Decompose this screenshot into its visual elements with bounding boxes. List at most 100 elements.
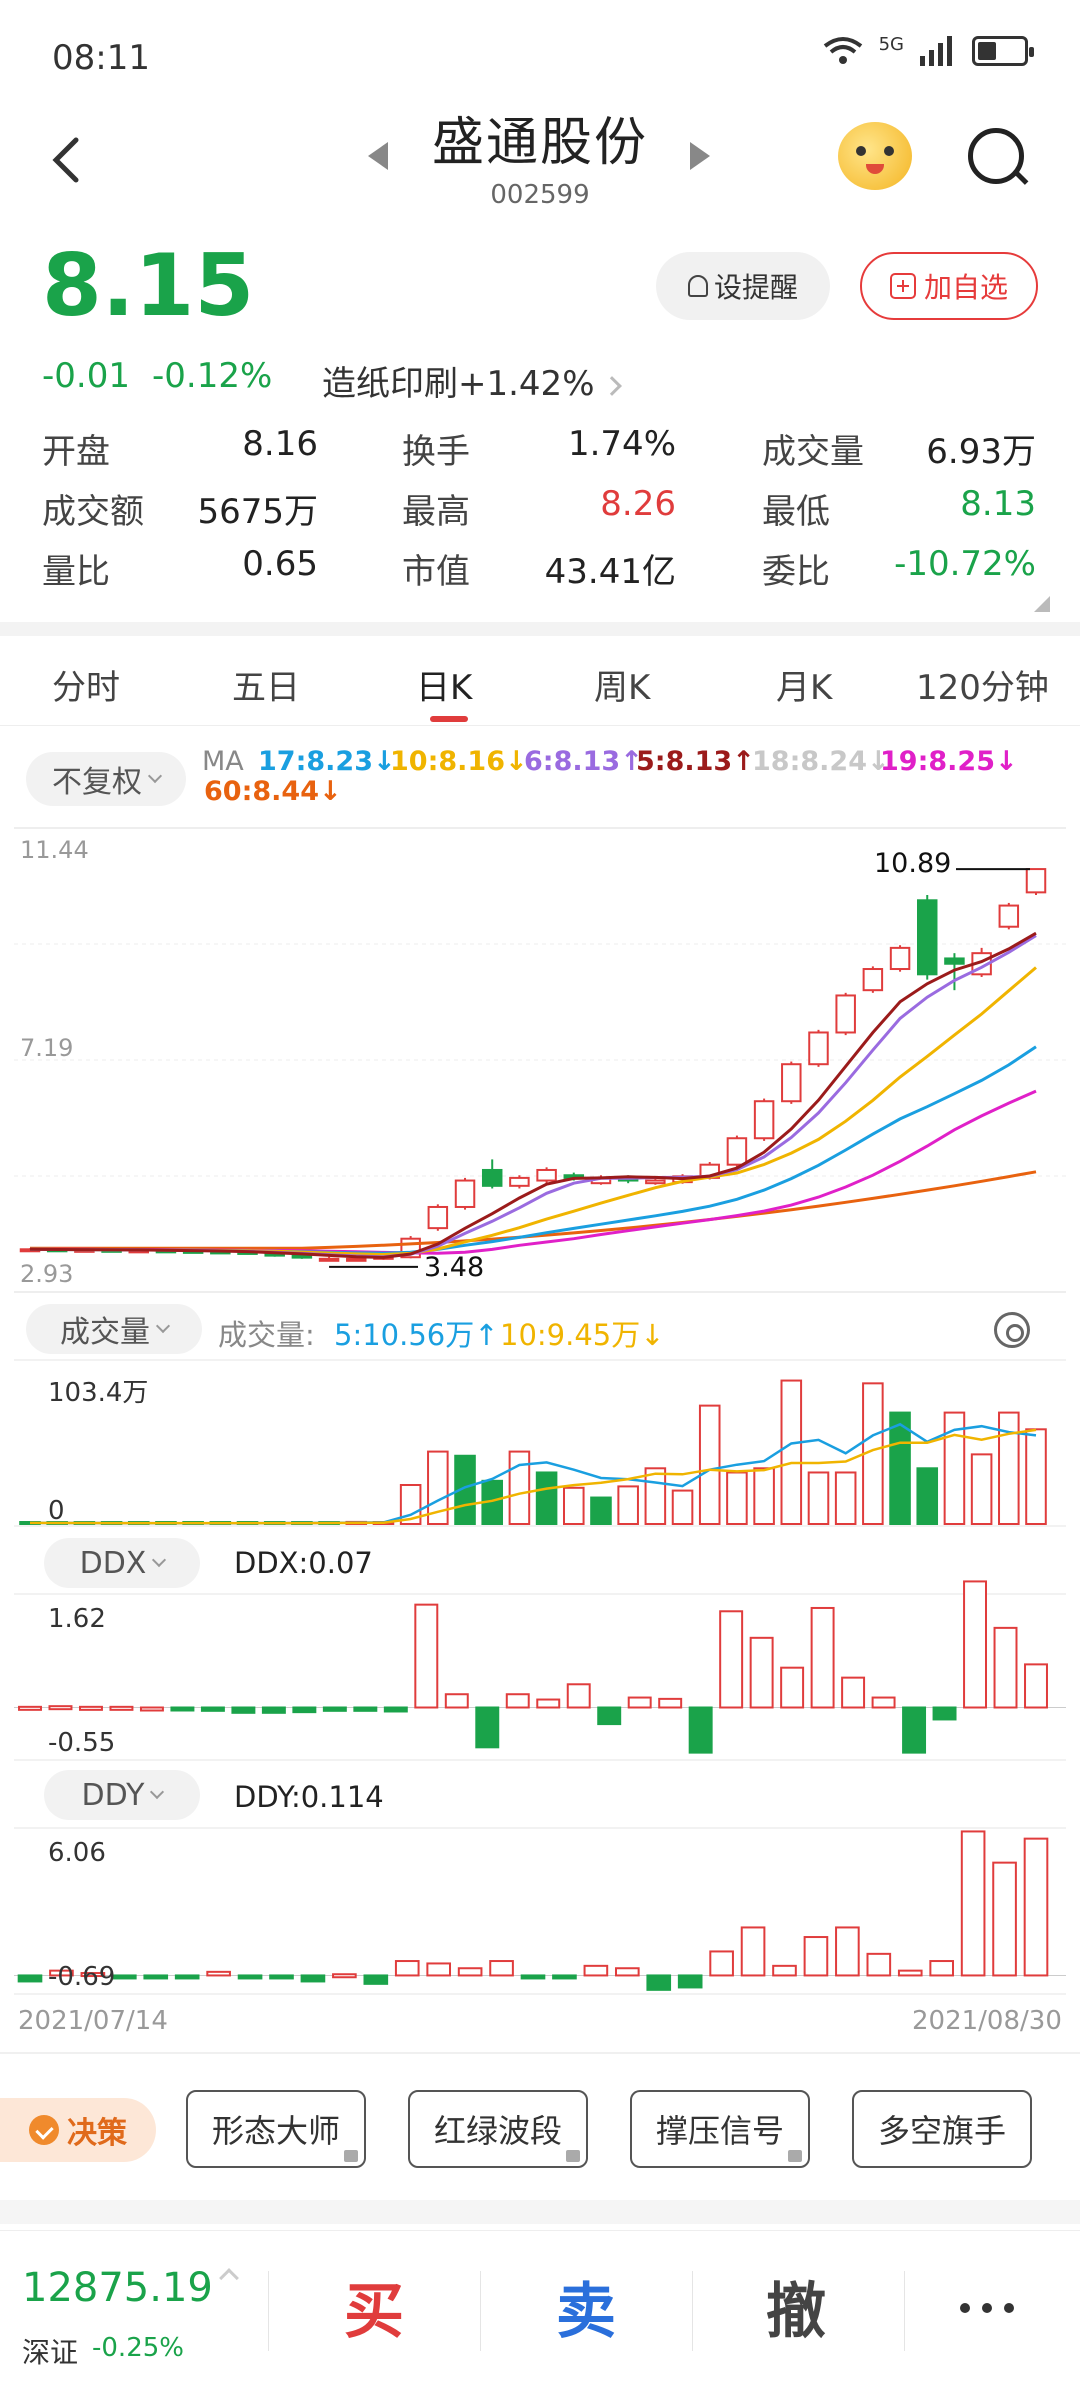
volume-indicator-label: 成交量 bbox=[60, 1315, 150, 1350]
ddy-bar bbox=[300, 1974, 326, 1983]
ddy-bar bbox=[269, 1974, 294, 1980]
ddx-bar bbox=[780, 1666, 805, 1709]
settings-icon[interactable] bbox=[994, 1312, 1030, 1348]
ddy-bar bbox=[111, 1974, 137, 1980]
volume-bar bbox=[753, 1467, 775, 1525]
candle-body bbox=[916, 899, 938, 976]
lock-icon bbox=[566, 2150, 580, 2162]
high-price-marker: 10.89 bbox=[874, 848, 952, 879]
kline-y-mid: 7.19 bbox=[20, 1034, 74, 1062]
volume-bar bbox=[617, 1485, 639, 1525]
candle-body bbox=[862, 968, 884, 992]
ddy-bar bbox=[17, 1974, 43, 1983]
ddy-bar bbox=[583, 1964, 609, 1977]
volume-bar bbox=[807, 1471, 830, 1525]
ddx-indicator-label: DDX bbox=[79, 1545, 147, 1581]
ma5-line bbox=[29, 931, 1037, 1259]
ddy-bar bbox=[835, 1926, 860, 1977]
ddy-bar bbox=[426, 1962, 452, 1977]
candle-body bbox=[427, 1205, 449, 1230]
volume-bar bbox=[1025, 1428, 1047, 1525]
ddx-indicator-select[interactable]: DDX bbox=[44, 1538, 200, 1588]
decision-button[interactable]: 决策 bbox=[0, 2098, 156, 2162]
ddy-indicator-select[interactable]: DDY bbox=[44, 1770, 200, 1820]
ddy-bar bbox=[206, 1970, 231, 1977]
volume-bar bbox=[698, 1404, 721, 1525]
ddx-bar bbox=[383, 1706, 408, 1713]
ddx-bar bbox=[688, 1706, 713, 1754]
trade-bar: 12875.19 深证 -0.25% 买 卖 撤 bbox=[0, 2230, 1080, 2388]
ddy-y-top: 6.06 bbox=[48, 1838, 106, 1868]
ddy-bar bbox=[740, 1926, 766, 1977]
ddx-bar bbox=[231, 1706, 256, 1714]
ddy-bar bbox=[143, 1974, 169, 1980]
divider bbox=[0, 2052, 1080, 2054]
ddx-bar bbox=[841, 1676, 866, 1709]
candle-body bbox=[1025, 868, 1047, 894]
ddx-bar bbox=[200, 1706, 225, 1712]
ddx-bar bbox=[993, 1626, 1018, 1709]
ddx-bar bbox=[810, 1606, 835, 1709]
kline-y-top: 11.44 bbox=[20, 836, 89, 864]
date-start: 2021/07/14 bbox=[18, 2006, 168, 2036]
ddx-bar bbox=[932, 1706, 957, 1721]
index-value: 12875.19 bbox=[22, 2265, 213, 2311]
volume-bar bbox=[834, 1471, 857, 1525]
volume-indicator-select[interactable]: 成交量 bbox=[26, 1304, 202, 1354]
ddx-bar bbox=[353, 1706, 378, 1712]
ddx-bar bbox=[109, 1705, 134, 1711]
ddy-bar bbox=[646, 1974, 672, 1991]
ddx-bar bbox=[170, 1706, 195, 1712]
chevron-down-icon bbox=[152, 1552, 167, 1568]
candle-body bbox=[998, 904, 1020, 928]
ddx-bar bbox=[566, 1683, 591, 1709]
volume-title: 成交量: bbox=[218, 1318, 315, 1352]
ma6-line bbox=[29, 934, 1037, 1259]
ddy-bar bbox=[520, 1974, 546, 1980]
tool-pattern-master[interactable]: 形态大师 bbox=[186, 2090, 366, 2168]
expand-up-icon[interactable] bbox=[219, 2268, 239, 2288]
ddx-bar bbox=[292, 1706, 317, 1714]
buy-button[interactable]: 买 bbox=[344, 2263, 404, 2350]
ddx-bar bbox=[658, 1697, 683, 1709]
decision-label: 决策 bbox=[67, 2116, 127, 2151]
divider bbox=[480, 2271, 481, 2351]
tool-red-green-band-label: 红绿波段 bbox=[433, 2112, 562, 2150]
candle-body bbox=[454, 1179, 476, 1208]
tool-support-pressure[interactable]: 撑压信号 bbox=[630, 2090, 810, 2168]
ddy-bar bbox=[866, 1952, 892, 1977]
cancel-order-button[interactable]: 撤 bbox=[766, 2263, 826, 2350]
ddy-bar bbox=[772, 1964, 797, 1977]
tool-bull-bear[interactable]: 多空旗手 bbox=[852, 2090, 1032, 2168]
candle-body bbox=[536, 1168, 557, 1182]
chevron-down-icon bbox=[155, 1318, 171, 1334]
ddy-bar bbox=[709, 1950, 734, 1977]
divider bbox=[268, 2271, 269, 2351]
ddx-y-bottom: -0.55 bbox=[48, 1728, 116, 1758]
ma10-line bbox=[29, 966, 1037, 1257]
ddx-bar bbox=[444, 1693, 469, 1709]
sell-button[interactable]: 卖 bbox=[556, 2263, 616, 2350]
candle-body bbox=[481, 1168, 503, 1187]
ddx-bar bbox=[597, 1706, 622, 1726]
ddx-bar bbox=[1024, 1663, 1048, 1709]
volume-bar bbox=[780, 1379, 803, 1525]
tool-red-green-band[interactable]: 红绿波段 bbox=[408, 2090, 588, 2168]
ddy-bar bbox=[960, 1830, 986, 1977]
stock-charts[interactable] bbox=[0, 0, 1080, 2040]
ddx-bar bbox=[902, 1706, 927, 1754]
volume-bar bbox=[916, 1467, 939, 1525]
ddx-bar bbox=[261, 1706, 286, 1714]
divider bbox=[0, 2200, 1080, 2224]
ddy-bar bbox=[363, 1974, 389, 1985]
index-change: -0.25% bbox=[92, 2333, 184, 2363]
volume-y-top: 103.4万 bbox=[48, 1378, 149, 1408]
ddy-bar bbox=[614, 1967, 640, 1977]
ddx-bar bbox=[322, 1706, 347, 1712]
ddx-bar bbox=[475, 1706, 500, 1749]
volume-ma10-line bbox=[29, 1428, 1037, 1525]
lock-icon bbox=[344, 2150, 358, 2162]
ddx-bar bbox=[18, 1705, 42, 1711]
ddx-bar bbox=[719, 1610, 744, 1709]
more-icon[interactable] bbox=[960, 2303, 1014, 2313]
